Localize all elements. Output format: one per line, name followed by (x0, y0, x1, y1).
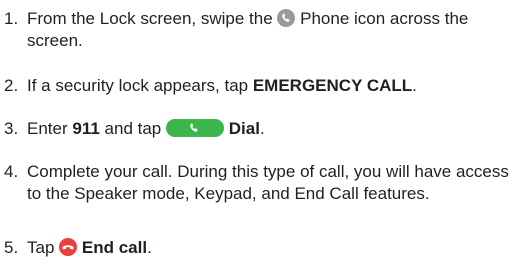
dial-phone-icon (166, 118, 225, 137)
step-text-before: From the Lock screen, swipe the (27, 9, 273, 28)
step-number: 1. (4, 9, 19, 28)
step-text-before: Enter (27, 119, 68, 138)
emergency-call-label: EMERGENCY CALL (252, 76, 413, 95)
step-text: From the Lock screen, swipe the Phone ic… (27, 8, 509, 52)
end-call-icon (59, 237, 78, 256)
step-text-before: If a security lock appears, tap (27, 76, 249, 95)
step-text-after: . (259, 119, 265, 138)
step-number: 4. (4, 162, 19, 181)
step-text-before: Tap (27, 238, 55, 257)
step-1: 1. From the Lock screen, swipe the Phone… (4, 8, 509, 52)
phone-icon (277, 8, 296, 27)
step-number: 2. (4, 76, 19, 95)
step-4: 4. Complete your call. During this type … (4, 161, 509, 205)
step-3: 3. Enter 911 and tap Dial. (4, 118, 509, 140)
dial-label: Dial (228, 119, 260, 138)
step-number: 5. (4, 238, 19, 257)
end-call-label: End call (81, 238, 148, 257)
step-text-after: . (412, 76, 417, 95)
step-number: 3. (4, 119, 19, 138)
step-text: If a security lock appears, tap EMERGENC… (27, 75, 509, 97)
instruction-steps: 1. From the Lock screen, swipe the Phone… (0, 0, 511, 263)
step-5: 5. Tap End call. (4, 237, 509, 259)
emergency-number: 911 (72, 119, 100, 138)
step-text-mid: and tap (104, 119, 162, 138)
step-text-after: . (147, 238, 152, 257)
step-text: Tap End call. (27, 237, 509, 259)
step-2: 2. If a security lock appears, tap EMERG… (4, 75, 509, 97)
step-text: Complete your call. During this type of … (27, 162, 509, 203)
step-text: Enter 911 and tap Dial. (27, 118, 509, 140)
